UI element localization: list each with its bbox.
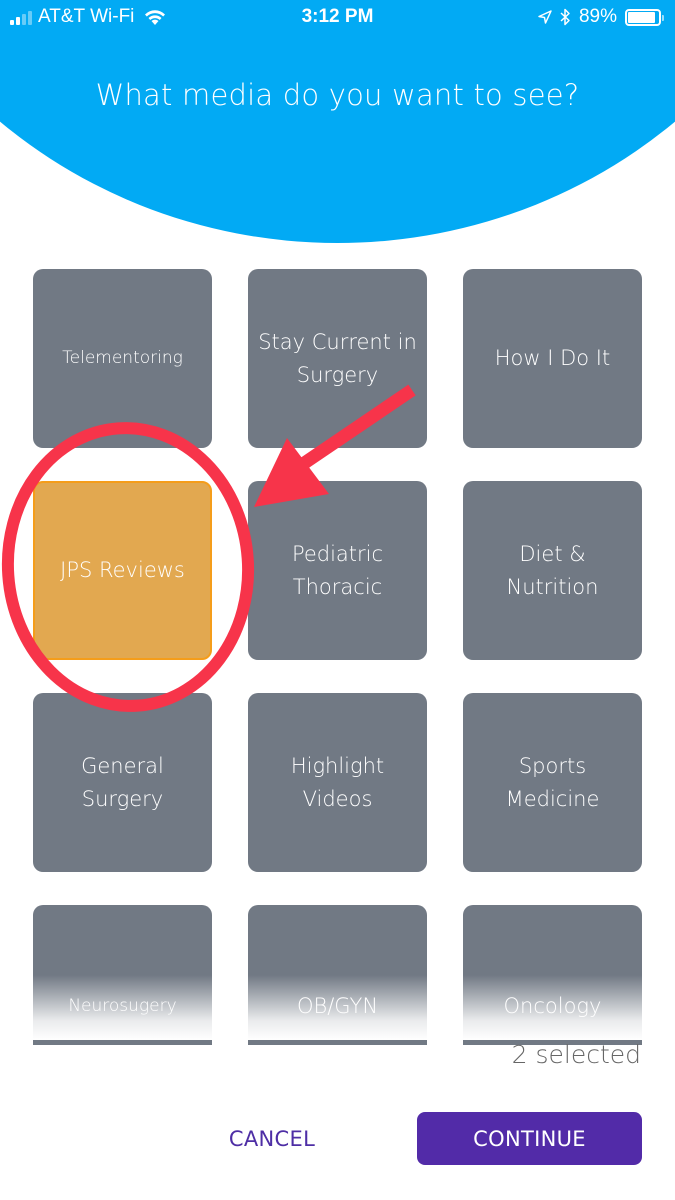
selected-count: 2 selected <box>511 1040 641 1069</box>
tile-highlight-videos[interactable]: Highlight Videos <box>248 693 427 872</box>
tile-sports-medicine[interactable]: Sports Medicine <box>463 693 642 872</box>
tile-stay-current-in-surgery[interactable]: Stay Current in Surgery <box>248 269 427 448</box>
tile-pediatric-thoracic[interactable]: Pediatric Thoracic <box>248 481 427 660</box>
cancel-button[interactable]: CANCEL <box>210 1112 334 1165</box>
tile-jps-reviews[interactable]: JPS Reviews <box>33 481 212 660</box>
tile-telementoring[interactable]: Telementoring <box>33 269 212 448</box>
continue-button[interactable]: CONTINUE <box>417 1112 642 1165</box>
tile-neurosurgery[interactable]: Neurosugery <box>33 905 212 1045</box>
tile-general-surgery[interactable]: General Surgery <box>33 693 212 872</box>
tile-how-i-do-it[interactable]: How I Do It <box>463 269 642 448</box>
tile-ob-gyn[interactable]: OB/GYN <box>248 905 427 1045</box>
media-category-grid: Telementoring Stay Current in Surgery Ho… <box>0 0 675 1045</box>
tile-oncology[interactable]: Oncology <box>463 905 642 1045</box>
tile-diet-nutrition[interactable]: Diet & Nutrition <box>463 481 642 660</box>
